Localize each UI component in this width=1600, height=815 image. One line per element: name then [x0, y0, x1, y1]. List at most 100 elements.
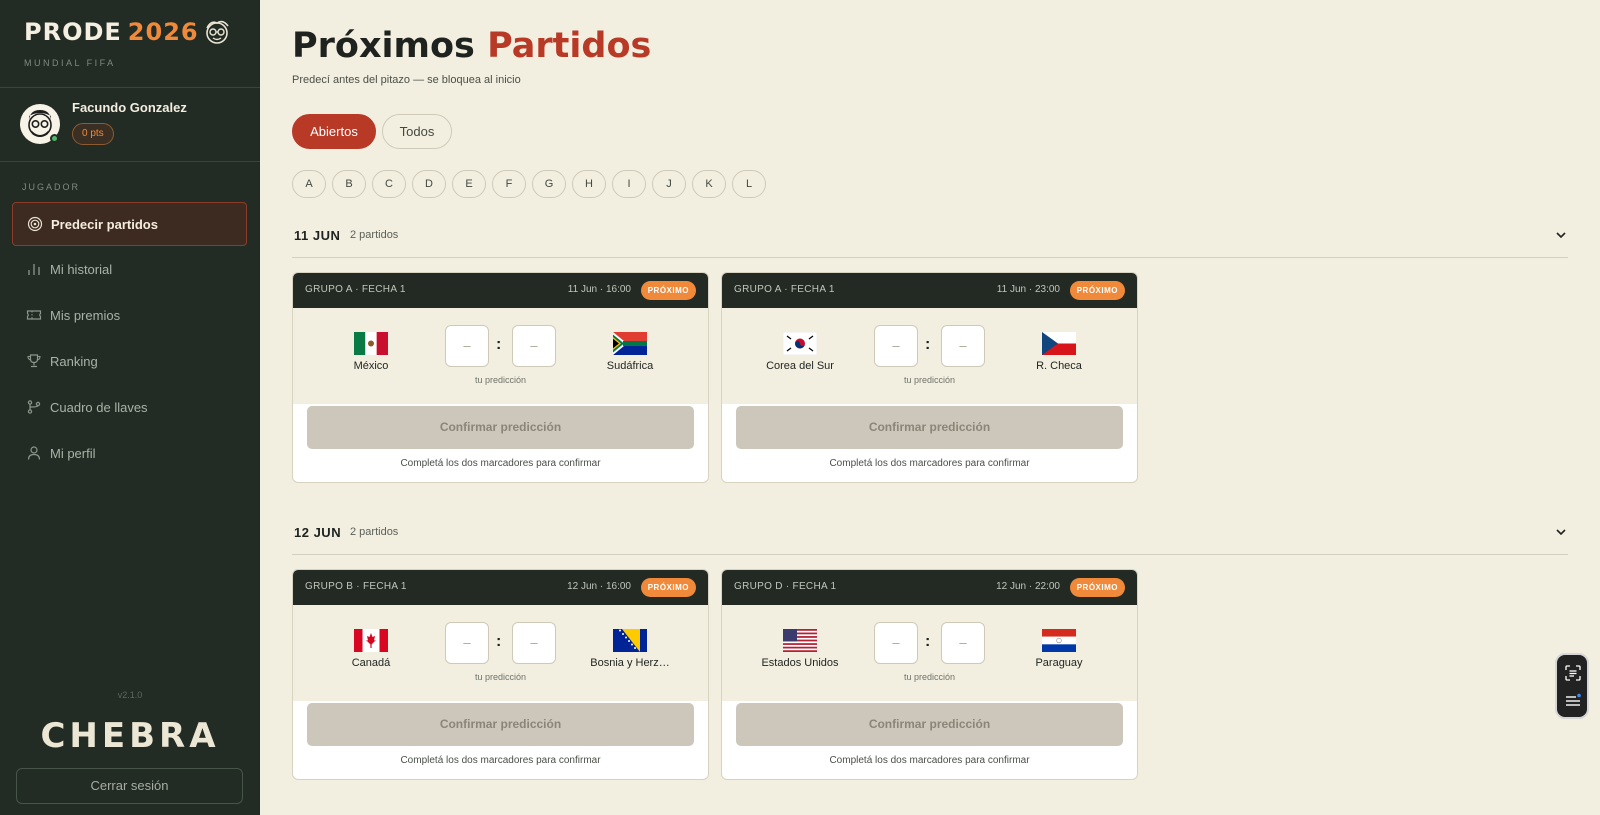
day-match-count: 2 partidos [350, 526, 399, 538]
page-title-part1: Próximos [292, 26, 475, 66]
online-status-dot [50, 134, 59, 143]
mascot-icon [206, 20, 229, 44]
group-chip-i[interactable]: I [612, 170, 646, 198]
away-score-input[interactable]: – [512, 622, 556, 664]
match-card-header: GRUPO A · FECHA 1 11 Jun · 16:00 PRÓXIMO [293, 273, 708, 308]
scan-text-icon[interactable] [1565, 665, 1581, 681]
status-badge: PRÓXIMO [640, 578, 696, 597]
score-separator: : [496, 633, 502, 650]
group-chip-a[interactable]: A [292, 170, 326, 198]
home-team: México [301, 332, 441, 372]
ticket-icon [26, 310, 42, 320]
status-badge: PRÓXIMO [1069, 578, 1125, 597]
confirm-prediction-button[interactable]: Confirmar predicción [307, 703, 694, 746]
match-card: GRUPO A · FECHA 1 11 Jun · 23:00 PRÓXIMO… [721, 272, 1138, 483]
sidebar-item-ranking[interactable]: Ranking [12, 340, 247, 384]
home-score-input[interactable]: – [874, 622, 918, 664]
group-chip-k[interactable]: K [692, 170, 726, 198]
home-team-name: Estados Unidos [761, 657, 839, 669]
match-group: GRUPO A · FECHA 1 [305, 284, 406, 295]
confirm-hint: Completá los dos marcadores para confirm… [829, 755, 1030, 766]
flag-bosnia-icon [613, 629, 647, 652]
group-chip-e[interactable]: E [452, 170, 486, 198]
sidebar-item-label: Mi historial [50, 262, 113, 277]
score-separator: : [496, 336, 502, 353]
away-team: R. Checa [989, 332, 1129, 372]
day-date: 12 JUN [294, 525, 342, 540]
group-chip-b[interactable]: B [332, 170, 366, 198]
brand-logo[interactable]: PRODE 2026 [24, 18, 199, 46]
confirm-prediction-button[interactable]: Confirmar predicción [736, 406, 1123, 449]
score-separator: : [925, 336, 931, 353]
day-date: 11 JUN [294, 228, 341, 243]
confirm-hint: Completá los dos marcadores para confirm… [400, 458, 601, 469]
match-time: 12 Jun · 22:00 [996, 581, 1060, 592]
group-chip-j[interactable]: J [652, 170, 686, 198]
confirm-prediction-button[interactable]: Confirmar predicción [736, 703, 1123, 746]
day-match-count: 2 partidos [350, 229, 399, 241]
away-score-input[interactable]: – [512, 325, 556, 367]
home-team: Canadá [301, 629, 441, 669]
flag-south-africa-icon [613, 332, 647, 355]
chevron-down-icon[interactable] [1554, 228, 1568, 242]
day-header[interactable]: 12 JUN 2 partidos [292, 525, 1568, 555]
match-card: GRUPO B · FECHA 1 12 Jun · 16:00 PRÓXIMO… [292, 569, 709, 780]
home-score-input[interactable]: – [445, 622, 489, 664]
sidebar-item-label: Mis premios [50, 308, 121, 323]
match-card-header: GRUPO B · FECHA 1 12 Jun · 16:00 PRÓXIMO [293, 570, 708, 605]
flag-canada-icon [354, 629, 388, 652]
sidebar-item-predecir[interactable]: Predecir partidos [12, 202, 247, 246]
group-chip-g[interactable]: G [532, 170, 566, 198]
match-group: GRUPO B · FECHA 1 [305, 581, 407, 592]
group-chip-f[interactable]: F [492, 170, 526, 198]
away-score-input[interactable]: – [941, 622, 985, 664]
group-chip-h[interactable]: H [572, 170, 606, 198]
sidebar: PRODE 2026 MUNDIAL FIFA Facundo Gonzalez … [0, 0, 260, 815]
chevron-down-icon[interactable] [1554, 525, 1568, 539]
group-chip-l[interactable]: L [732, 170, 766, 198]
section-label: JUGADOR [22, 182, 81, 192]
flag-mexico-icon [354, 332, 388, 355]
sidebar-item-cuadro[interactable]: Cuadro de llaves [12, 386, 247, 430]
away-team-name: Paraguay [1035, 657, 1083, 669]
group-chip-d[interactable]: D [412, 170, 446, 198]
away-team-name: R. Checa [1036, 360, 1082, 372]
match-card-header: GRUPO A · FECHA 1 11 Jun · 23:00 PRÓXIMO [722, 273, 1137, 308]
group-chip-c[interactable]: C [372, 170, 406, 198]
logout-button[interactable]: Cerrar sesión [16, 768, 243, 804]
flag-usa-icon [783, 629, 817, 652]
flag-south-korea-icon [783, 332, 817, 355]
match-group: GRUPO D · FECHA 1 [734, 581, 837, 592]
sidebar-item-label: Predecir partidos [51, 217, 158, 232]
user-card[interactable]: Facundo Gonzalez 0 pts [0, 88, 260, 162]
sidebar-item-label: Cuadro de llaves [50, 400, 148, 415]
home-score-input[interactable]: – [874, 325, 918, 367]
sidebar-item-perfil[interactable]: Mi perfil [12, 432, 247, 476]
confirm-prediction-button[interactable]: Confirmar predicción [307, 406, 694, 449]
home-team: Estados Unidos [730, 629, 870, 669]
your-prediction-label: tu predicción [474, 375, 527, 385]
filter-abiertos[interactable]: Abiertos [292, 114, 376, 149]
home-score-input[interactable]: – [445, 325, 489, 367]
target-icon [27, 216, 43, 232]
filter-todos[interactable]: Todos [382, 114, 452, 149]
day-header[interactable]: 11 JUN 2 partidos [292, 228, 1568, 258]
user-name: Facundo Gonzalez [72, 100, 187, 115]
away-score-input[interactable]: – [941, 325, 985, 367]
match-time: 12 Jun · 16:00 [567, 581, 631, 592]
match-card-body: México – : – Sudáfrica tu predicción [293, 308, 708, 404]
away-team: Bosnia y Herz… [560, 629, 700, 669]
flag-paraguay-icon [1042, 629, 1076, 652]
match-card: GRUPO D · FECHA 1 12 Jun · 22:00 PRÓXIMO… [721, 569, 1138, 780]
brand-subtitle: MUNDIAL FIFA [24, 58, 116, 68]
sidebar-item-historial[interactable]: Mi historial [12, 248, 247, 292]
footer-logo: CHEBRA [40, 716, 220, 756]
trophy-icon [27, 354, 41, 368]
floating-toolbar [1555, 653, 1589, 719]
your-prediction-label: tu predicción [903, 672, 956, 682]
sidebar-item-premios[interactable]: Mis premios [12, 294, 247, 338]
sidebar-item-label: Mi perfil [50, 446, 96, 461]
away-team-name: Sudáfrica [606, 360, 654, 372]
menu-list-icon[interactable] [1565, 693, 1581, 709]
match-card-body: Estados Unidos – : – Paraguay tu predicc… [722, 605, 1137, 701]
